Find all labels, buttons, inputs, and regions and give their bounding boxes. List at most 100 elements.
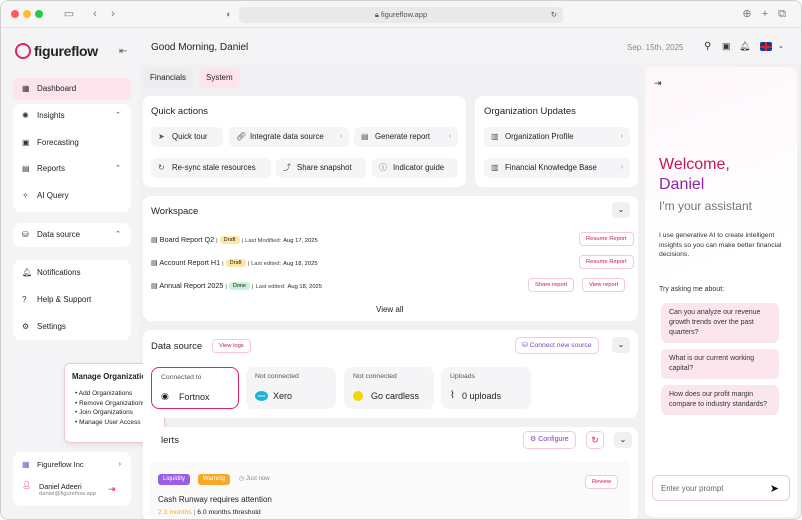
- gear-icon: ⚙: [530, 436, 539, 443]
- sidebar-item-reports[interactable]: ▤ Reports ⌃: [13, 158, 131, 180]
- view-report-button[interactable]: View report: [582, 278, 626, 292]
- generate-report-button[interactable]: ▤ Generate report ›: [354, 127, 458, 147]
- integrate-data-source-button[interactable]: 🔗︎ Integrate data source ›: [229, 127, 349, 147]
- view-logs-button[interactable]: View logs: [212, 339, 251, 353]
- user-email: daniel@figureflow.app: [39, 491, 97, 497]
- grid-icon: ▦: [22, 84, 30, 93]
- sidebar-item-settings[interactable]: ⚙ Settings: [13, 316, 131, 338]
- suggestion-chip[interactable]: How does our profit margin compare to in…: [661, 385, 779, 415]
- sidebar-item-help[interactable]: ? Help & Support: [13, 289, 131, 311]
- sidebar-item-notifications[interactable]: 🔔︎ Notifications: [13, 262, 131, 284]
- quick-tour-button[interactable]: ➤ Quick tour: [151, 127, 223, 147]
- share-snapshot-button[interactable]: ⤴ Share snapshot: [276, 158, 366, 178]
- download-icon[interactable]: ⊕: [741, 8, 753, 20]
- chat-icon[interactable]: ▣: [722, 41, 731, 52]
- source-card-gocardless[interactable]: Not connected Go cardless: [344, 367, 434, 409]
- bulb-icon: ✺: [22, 111, 29, 120]
- suggestion-chip[interactable]: What is our current working capital?: [661, 349, 779, 379]
- xero-icon: xero: [255, 391, 268, 401]
- org-profile-button[interactable]: ▥ Organization Profile ›: [484, 127, 630, 147]
- close-window-button[interactable]: [11, 10, 19, 18]
- suggestion-chip[interactable]: Can you analyze our revenue growth trend…: [661, 303, 779, 343]
- knowledge-base-button[interactable]: ▥ Financial Knowledge Base ›: [484, 158, 630, 178]
- chevron-down-icon[interactable]: ⌄: [778, 42, 784, 50]
- report-icon: ▤: [22, 164, 30, 173]
- report-icon: ▤: [361, 132, 369, 141]
- new-tab-icon[interactable]: +: [759, 8, 771, 20]
- forward-icon[interactable]: ›: [107, 8, 119, 20]
- data-source-title: Data source: [151, 341, 203, 352]
- chevron-down-icon[interactable]: ⌄: [614, 432, 632, 448]
- org-updates-title: Organization Updates: [484, 106, 576, 117]
- flag-icon[interactable]: [760, 42, 772, 51]
- doc-row[interactable]: ▤ Board Report Q2 | Draft | Last Modifie…: [151, 235, 318, 244]
- org-switcher[interactable]: ▦ Figureflow Inc ›: [13, 454, 131, 476]
- url-text: figureflow.app: [380, 10, 428, 19]
- tooltip-item[interactable]: • Join Organizations: [75, 408, 145, 418]
- org-icon: ▦: [22, 460, 30, 469]
- tooltip-item[interactable]: • Manage User Access: [75, 418, 145, 428]
- chevron-right-icon: ›: [118, 461, 121, 468]
- sidebar-item-insights[interactable]: ✺ Insights ⌃: [13, 105, 131, 127]
- chevron-right-icon: ›: [339, 133, 342, 140]
- tooltip-item[interactable]: • Remove Organizations: [75, 399, 145, 409]
- refresh-icon[interactable]: ↻: [586, 431, 604, 449]
- welcome-name: Daniel: [659, 176, 705, 193]
- sidebar-item-dashboard[interactable]: ▦ Dashboard: [13, 78, 131, 100]
- indicator-guide-button[interactable]: ⓘ Indicator guide: [372, 158, 458, 178]
- resync-button[interactable]: ↻ Re-sync stale resources: [151, 158, 271, 178]
- doc-row[interactable]: ▤ Account Report H1 | Draft | Last edite…: [151, 258, 318, 267]
- user-icon: 👤︎: [22, 482, 31, 489]
- info-icon: ⓘ: [379, 163, 387, 172]
- source-card-uploads[interactable]: Uploads ⌇ 0 uploads: [441, 367, 531, 409]
- address-bar[interactable]: 🔒︎ figureflow.app ↻: [239, 7, 563, 23]
- source-card-fortnox[interactable]: Connected to ◉ Fortnox: [151, 367, 239, 409]
- review-button[interactable]: Review: [585, 475, 619, 489]
- resume-report-button[interactable]: Resume Report: [579, 255, 634, 269]
- alert-metric: 2.3 months | 6.0 months threshold: [158, 509, 261, 516]
- sidebar-toggle-icon[interactable]: ▭: [63, 8, 75, 20]
- send-icon[interactable]: ➤: [770, 482, 779, 495]
- collapse-sidebar-icon[interactable]: ⇤: [119, 46, 127, 57]
- reload-icon[interactable]: ↻: [551, 7, 557, 23]
- tooltip-item[interactable]: • Add Organizations: [75, 389, 145, 399]
- sidebar-item-forecasting[interactable]: ▣ Forecasting: [13, 132, 131, 154]
- logout-icon[interactable]: ⇥: [108, 484, 116, 495]
- chevron-right-icon: ›: [448, 133, 451, 140]
- sidebar-item-ai-query[interactable]: ✧ AI Query: [13, 185, 131, 207]
- doc-row[interactable]: ▤ Annual Report 2025 | Done | Last edite…: [151, 281, 322, 290]
- tabs-overview-icon[interactable]: ⧉: [776, 8, 788, 20]
- fortnox-icon: ◉: [161, 391, 169, 401]
- source-card-xero[interactable]: Not connected xero Xero: [246, 367, 336, 409]
- sidebar-item-data-source[interactable]: ⛁ Data source ⌃: [13, 224, 131, 246]
- share-report-button[interactable]: Share report: [528, 278, 575, 292]
- minimize-window-button[interactable]: [23, 10, 31, 18]
- app-window: ▭ ‹ › ◐ 🔒︎ figureflow.app ↻ ⊕ + ⧉ figuref…: [0, 0, 802, 520]
- view-all-link[interactable]: View all: [376, 305, 403, 314]
- user-name: Daniel Adeeri: [39, 482, 82, 491]
- tab-system[interactable]: System: [199, 68, 240, 88]
- chevron-down-icon[interactable]: ⌄: [612, 337, 630, 353]
- connect-source-button[interactable]: ⛁ Connect new source: [515, 337, 599, 354]
- resume-report-button[interactable]: Resume Report: [579, 232, 634, 246]
- shield-icon[interactable]: ◐: [223, 8, 235, 20]
- maximize-window-button[interactable]: [35, 10, 43, 18]
- gocardless-icon: [353, 391, 363, 401]
- prompt-input[interactable]: Enter your prompt ➤: [652, 475, 790, 501]
- share-icon: ⤴: [283, 163, 291, 172]
- collapse-panel-icon[interactable]: ⇥: [654, 78, 662, 89]
- greeting: Good Morning, Daniel: [151, 42, 249, 53]
- help-icon: ?: [22, 295, 27, 304]
- configure-button[interactable]: ⚙ Configure: [523, 431, 576, 449]
- back-icon[interactable]: ‹: [89, 8, 101, 20]
- building-icon: ▥: [491, 132, 499, 141]
- tab-financials[interactable]: Financials: [143, 68, 194, 88]
- bell-icon[interactable]: 🔔︎: [739, 41, 750, 52]
- alert-title: Cash Runway requires attention: [158, 495, 272, 504]
- chevron-down-icon[interactable]: ⌄: [612, 202, 630, 218]
- quick-actions-title: Quick actions: [151, 106, 209, 117]
- search-icon[interactable]: ⚲: [704, 41, 711, 52]
- welcome-text: Welcome,: [659, 156, 730, 173]
- logo: figureflow: [15, 43, 98, 59]
- bell-icon: 🔔︎: [22, 268, 33, 277]
